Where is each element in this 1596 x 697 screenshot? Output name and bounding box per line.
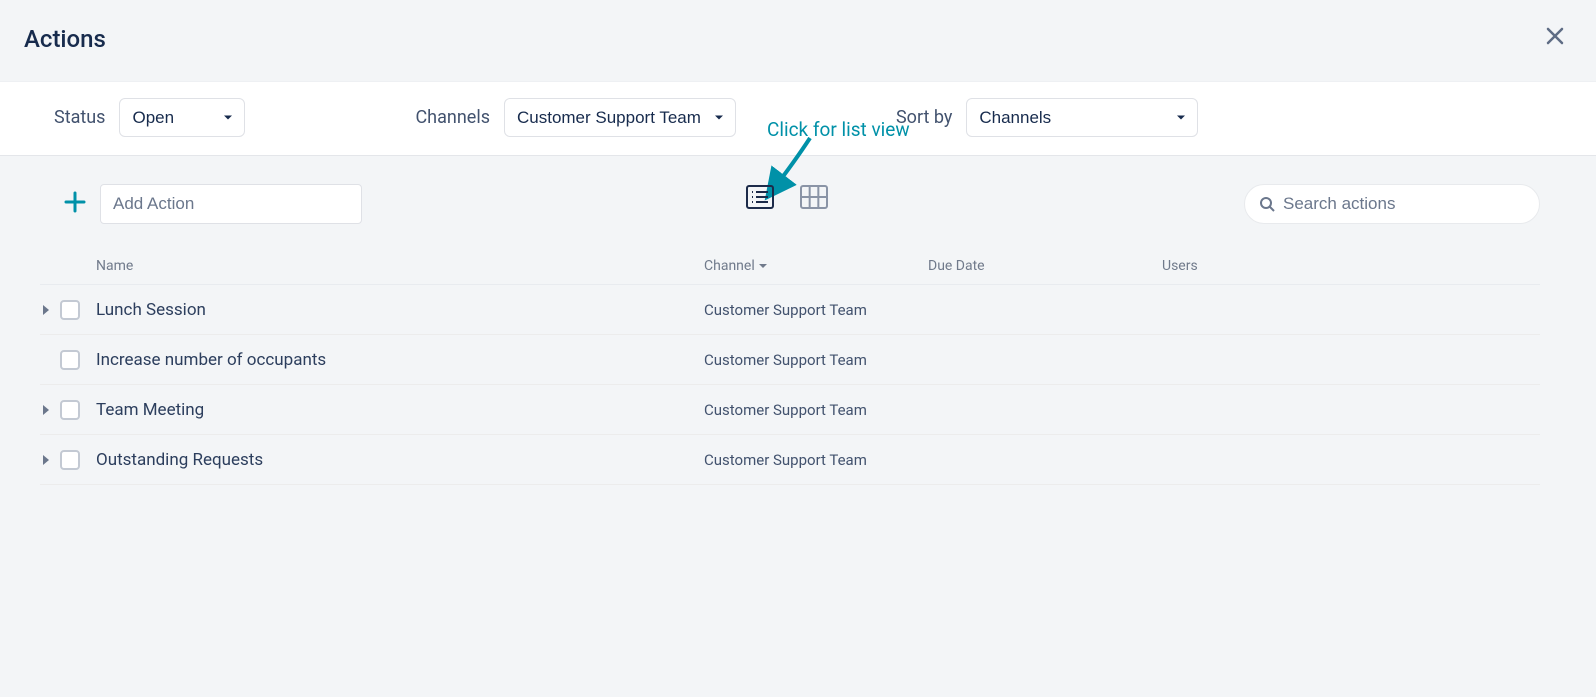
channels-label: Channels bbox=[415, 107, 490, 128]
row-expander[interactable] bbox=[40, 455, 52, 465]
table-body: Lunch SessionCustomer Support TeamIncrea… bbox=[40, 285, 1540, 485]
cell-channel: Customer Support Team bbox=[704, 451, 928, 469]
caret-right-icon bbox=[42, 405, 50, 415]
cell-name[interactable]: Team Meeting bbox=[96, 400, 704, 420]
close-icon bbox=[1546, 27, 1564, 45]
cell-channel: Customer Support Team bbox=[704, 401, 928, 419]
cell-channel: Customer Support Team bbox=[704, 301, 928, 319]
row-checkbox[interactable] bbox=[60, 450, 80, 470]
column-name[interactable]: Name bbox=[96, 258, 704, 274]
search-input[interactable] bbox=[1283, 194, 1525, 214]
table-row: Increase number of occupantsCustomer Sup… bbox=[40, 335, 1540, 385]
caret-right-icon bbox=[42, 455, 50, 465]
channels-select[interactable]: Customer Support Team bbox=[505, 99, 735, 136]
add-action-group bbox=[64, 184, 362, 224]
list-view-hint: Click for list view bbox=[767, 118, 910, 141]
row-checkbox[interactable] bbox=[60, 300, 80, 320]
filter-group-sort: Sort by Channels bbox=[896, 98, 1198, 137]
add-action-input[interactable] bbox=[100, 184, 362, 224]
table-header: Name Channel Due Date Users bbox=[40, 258, 1540, 285]
grid-view-button[interactable] bbox=[799, 184, 829, 210]
channels-select-wrap: Customer Support Team bbox=[504, 98, 736, 137]
row-expander[interactable] bbox=[40, 405, 52, 415]
page-title: Actions bbox=[24, 25, 106, 53]
caret-right-icon bbox=[42, 305, 50, 315]
sort-desc-icon bbox=[759, 262, 767, 270]
table-row: Team MeetingCustomer Support Team bbox=[40, 385, 1540, 435]
cell-name[interactable]: Outstanding Requests bbox=[96, 450, 704, 470]
close-button[interactable] bbox=[1538, 22, 1572, 55]
column-channel-label: Channel bbox=[704, 258, 755, 274]
column-users[interactable]: Users bbox=[1162, 258, 1540, 274]
table-row: Outstanding RequestsCustomer Support Tea… bbox=[40, 435, 1540, 485]
sort-select[interactable]: Channels bbox=[967, 99, 1197, 136]
cell-channel: Customer Support Team bbox=[704, 351, 928, 369]
status-select-wrap: Open bbox=[119, 98, 245, 137]
row-checkbox[interactable] bbox=[60, 350, 80, 370]
status-select[interactable]: Open bbox=[120, 99, 244, 136]
column-due-date[interactable]: Due Date bbox=[928, 258, 1162, 274]
cell-name[interactable]: Increase number of occupants bbox=[96, 350, 704, 370]
list-icon bbox=[746, 185, 774, 209]
actions-table: Name Channel Due Date Users Lunch Sessio… bbox=[0, 238, 1596, 485]
sort-select-wrap: Channels bbox=[966, 98, 1198, 137]
content-area: Click for list view bbox=[0, 156, 1596, 485]
toolbar bbox=[0, 156, 1596, 238]
row-expander[interactable] bbox=[40, 305, 52, 315]
filter-group-status: Status Open bbox=[54, 98, 245, 137]
status-label: Status bbox=[54, 107, 105, 128]
cell-name[interactable]: Lunch Session bbox=[96, 300, 704, 320]
filter-group-channels: Channels Customer Support Team bbox=[415, 98, 736, 137]
row-checkbox[interactable] bbox=[60, 400, 80, 420]
table-row: Lunch SessionCustomer Support Team bbox=[40, 285, 1540, 335]
column-channel[interactable]: Channel bbox=[704, 258, 928, 274]
view-toggle bbox=[745, 184, 829, 210]
list-view-button[interactable] bbox=[745, 184, 775, 210]
grid-icon bbox=[800, 185, 828, 209]
add-action-button[interactable] bbox=[64, 191, 86, 217]
search-icon bbox=[1259, 196, 1275, 212]
search-wrap bbox=[1244, 184, 1540, 224]
plus-icon bbox=[64, 191, 86, 213]
modal-header: Actions bbox=[0, 0, 1596, 81]
